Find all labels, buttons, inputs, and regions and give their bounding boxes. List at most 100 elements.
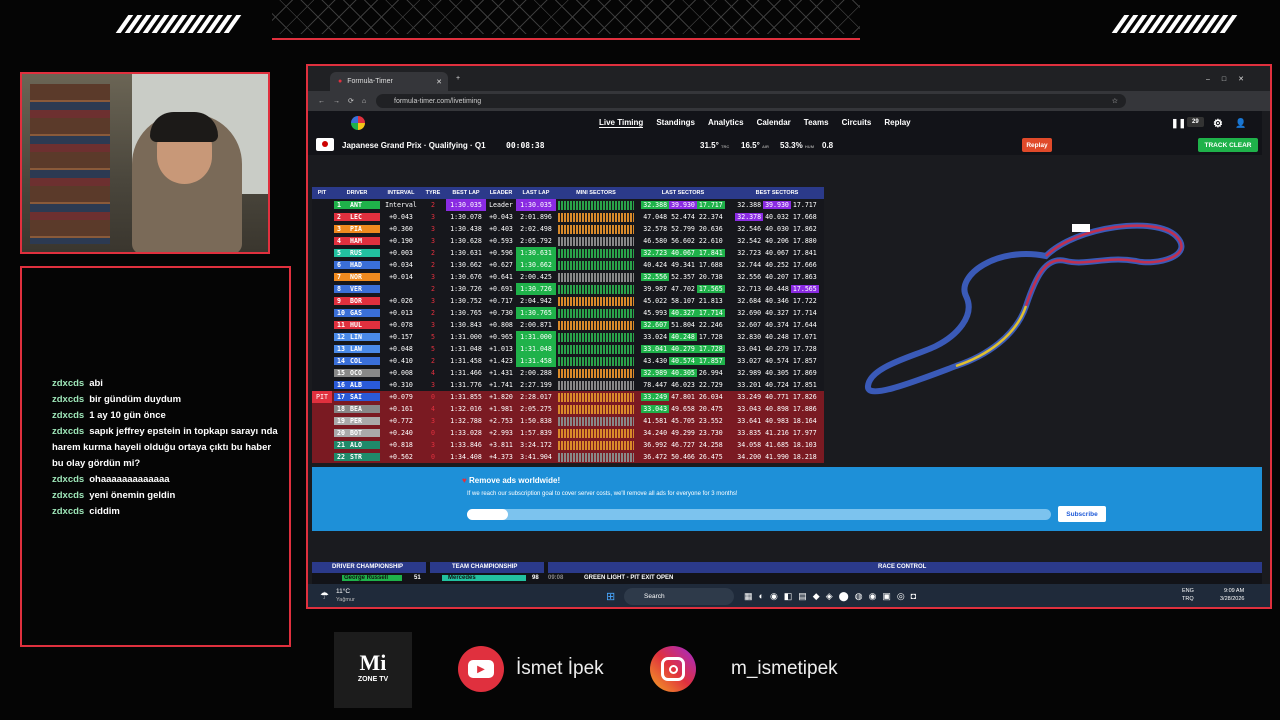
viewer-counter: 29 <box>1187 117 1204 127</box>
driver-row[interactable]: 7 NOR +0.014 3 1:30.676 +0.641 2:00.425 32.556 5… <box>312 271 824 283</box>
last-sector-1: 34.240 <box>643 429 668 437</box>
nav-teams[interactable]: Teams <box>804 118 829 128</box>
chat-username[interactable]: zdxcds <box>52 378 84 389</box>
taskbar-app-icons[interactable]: ▦◐◉◧▤◆◈⬤◍◉▣◎◘ <box>744 591 922 602</box>
driver-row[interactable]: 6 HAD +0.034 2 1:30.662 +0.627 1:30.662 40.424 4… <box>312 259 824 271</box>
language-2[interactable]: TRQ <box>1182 596 1194 602</box>
new-tab-icon[interactable]: + <box>456 75 460 82</box>
driver-row[interactable]: 3 PIA +0.360 3 1:30.438 +0.403 2:02.498 32.578 5… <box>312 223 824 235</box>
replay-button[interactable]: Replay <box>1022 138 1052 152</box>
taskbar-search[interactable]: Search <box>624 588 734 605</box>
last-sector-2: 56.602 <box>671 237 695 245</box>
column-header[interactable]: BEST LAP <box>446 187 486 199</box>
user-icon[interactable]: 👤 <box>1235 118 1246 129</box>
window-controls[interactable]: –□✕ <box>1206 75 1256 83</box>
pause-icon[interactable]: ❚❚ <box>1171 118 1186 129</box>
chat-message: zdxcds bir gündüm duydum <box>52 392 279 408</box>
driver-row[interactable]: PIT 17 SAI +0.079 0 1:31.855 +1.820 2:28.017 33.… <box>312 391 824 403</box>
leader-gap-cell: +0.627 <box>486 259 516 271</box>
mini-sectors-bar <box>558 224 634 234</box>
driver-row[interactable]: 11 HUL +0.078 3 1:30.843 +0.808 2:00.871 32.607… <box>312 319 824 331</box>
ad-title-text: Remove ads worldwide! <box>468 476 561 485</box>
column-header[interactable]: BEST SECTORS <box>730 187 824 199</box>
japan-flag-icon <box>316 138 334 151</box>
driver-row[interactable]: 16 ALB +0.310 3 1:31.776 +1.741 2:27.199 78.447… <box>312 379 824 391</box>
column-header[interactable]: DRIVER <box>332 187 382 199</box>
driver-cell: 19 PER <box>332 415 382 427</box>
last-sector-1: 45.022 <box>643 297 668 305</box>
driver-cell: 8 VER <box>332 283 382 295</box>
column-header[interactable]: PIT <box>312 187 332 199</box>
last-sectors-cell: 45.022 58.107 21.813 <box>636 295 730 307</box>
mini-sectors-cell <box>556 451 636 463</box>
nav-live-timing[interactable]: Live Timing <box>599 118 644 128</box>
leader-gap-cell: +1.820 <box>486 391 516 403</box>
column-header[interactable]: LAST SECTORS <box>636 187 730 199</box>
driver-row[interactable]: 14 COL +0.410 2 1:31.458 +1.423 1:31.458 43.430… <box>312 355 824 367</box>
driver-row[interactable]: 4 HAM +0.190 3 1:30.628 +0.593 2:05.792 46.580 5… <box>312 235 824 247</box>
chat-username[interactable]: zdxcds <box>52 410 84 421</box>
close-tab-icon[interactable]: ✕ <box>436 78 442 86</box>
humidity-value: 53.3% <box>780 140 803 150</box>
driver-row[interactable]: 21 ALO +0.818 3 1:33.846 +3.811 3:24.172 36.992… <box>312 439 824 451</box>
mini-sectors-bar <box>558 260 634 270</box>
driver-row[interactable]: 9 BOR +0.026 3 1:30.752 +0.717 2:04.942 45.022 5… <box>312 295 824 307</box>
driver-row[interactable]: 15 OCO +0.008 4 1:31.466 +1.431 2:00.288 32.989… <box>312 367 824 379</box>
nav-replay[interactable]: Replay <box>884 118 910 128</box>
tyre-cell: 0 <box>420 427 446 439</box>
nav-arrows-icon[interactable]: ←→⟳⌂ <box>318 97 374 105</box>
chat-username[interactable]: zdxcds <box>52 506 84 517</box>
driver-row[interactable]: 20 BOT +0.240 0 1:33.028 +2.993 1:57.839 34.240… <box>312 427 824 439</box>
session-clock: 00:08:38 <box>506 140 545 150</box>
nav-analytics[interactable]: Analytics <box>708 118 744 128</box>
column-header[interactable]: LAST LAP <box>516 187 556 199</box>
driver-row[interactable]: 13 LAW +0.048 5 1:31.048 +1.013 1:31.048 33.041… <box>312 343 824 355</box>
pit-cell <box>312 307 332 319</box>
best-sectors-cell: 32.388 39.930 17.717 <box>730 199 824 211</box>
best-sectors-cell: 32.989 40.305 17.869 <box>730 367 824 379</box>
chat-username[interactable]: zdxcds <box>52 426 84 437</box>
browser-tab[interactable]: ● Formula-Timer ✕ <box>330 72 448 91</box>
driver-code: ALO <box>350 441 362 449</box>
chat-username[interactable]: zdxcds <box>52 490 84 501</box>
driver-row[interactable]: 5 RUS +0.003 2 1:30.631 +0.596 1:30.631 32.723 4… <box>312 247 824 259</box>
subscribe-button[interactable]: Subscribe <box>1058 506 1106 522</box>
nav-circuits[interactable]: Circuits <box>842 118 872 128</box>
last-sector-2: 47.702 <box>671 285 695 293</box>
best-sector-2: 40.374 <box>765 321 789 329</box>
site-logo-icon[interactable] <box>351 116 365 130</box>
url-field[interactable]: formula-timer.com/livetiming ☆ <box>376 94 1126 108</box>
best-sectors-cell: 34.058 41.685 18.103 <box>730 439 824 451</box>
windows-start-icon[interactable]: ⊞ <box>606 590 615 603</box>
column-header[interactable]: TYRE <box>420 187 446 199</box>
column-header[interactable]: LEADER <box>486 187 516 199</box>
pit-cell <box>312 379 332 391</box>
driver-code: GAS <box>350 309 362 317</box>
driver-cell: 22 STR <box>332 451 382 463</box>
driver-row[interactable]: 22 STR +0.562 0 1:34.408 +4.373 3:41.904 36.472… <box>312 451 824 463</box>
mini-sectors-cell <box>556 367 636 379</box>
language-1[interactable]: ENG <box>1182 588 1194 594</box>
driver-row[interactable]: 18 BEA +0.161 4 1:32.016 +1.981 2:05.275 33.043… <box>312 403 824 415</box>
last-lap-cell: 2:27.199 <box>516 379 556 391</box>
chat-username[interactable]: zdxcds <box>52 474 84 485</box>
column-header[interactable]: MINI SECTORS <box>556 187 636 199</box>
leader-gap-cell: +3.811 <box>486 439 516 451</box>
nav-standings[interactable]: Standings <box>656 118 695 128</box>
driver-row[interactable]: 2 LEC +0.043 3 1:30.078 +0.043 2:01.896 47.048 5… <box>312 211 824 223</box>
pit-cell <box>312 451 332 463</box>
driver-row[interactable]: 12 LIN +0.157 5 1:31.000 +0.965 1:31.000 33.024… <box>312 331 824 343</box>
driver-row[interactable]: 19 PER +0.772 3 1:32.788 +2.753 1:50.838 41.581… <box>312 415 824 427</box>
driver-row[interactable]: 10 GAS +0.013 2 1:30.765 +0.730 1:30.765 45.993… <box>312 307 824 319</box>
driver-row[interactable]: 1 ANT Interval 2 1:30.035 Leader 1:30.035 32.38… <box>312 199 824 211</box>
mini-sectors-cell <box>556 307 636 319</box>
nav-calendar[interactable]: Calendar <box>757 118 791 128</box>
driver-code: VER <box>350 285 362 293</box>
bookmark-star-icon[interactable]: ☆ <box>1112 97 1118 105</box>
driver-row[interactable]: 8 VER 2 1:30.726 +0.691 1:30.726 39.987 47.702 1… <box>312 283 824 295</box>
settings-gear-icon[interactable]: ⚙ <box>1213 117 1223 130</box>
column-header[interactable]: INTERVAL <box>382 187 420 199</box>
best-sector-2: 40.448 <box>765 285 789 293</box>
last-sector-3: 17.714 <box>696 309 725 317</box>
chat-username[interactable]: zdxcds <box>52 394 84 405</box>
